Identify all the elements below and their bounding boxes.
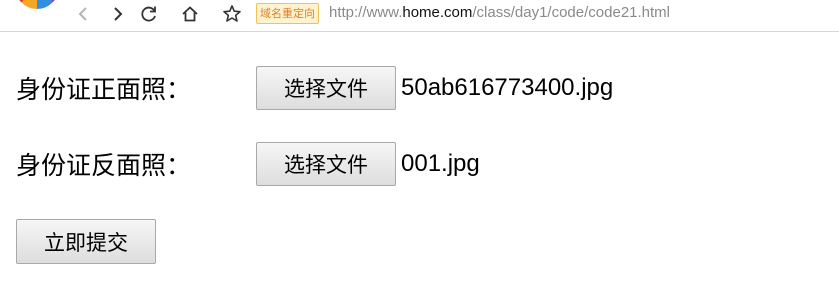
id-front-file-name: 50ab616773400.jpg: [401, 74, 614, 101]
back-button[interactable]: [73, 3, 95, 25]
reload-button[interactable]: [138, 3, 160, 25]
browser-toolbar: 域名重定向 http://www.home.com/class/day1/cod…: [0, 0, 839, 32]
back-icon: [78, 7, 87, 21]
submit-button[interactable]: 立即提交: [16, 219, 156, 264]
bookmark-star-icon: [223, 5, 241, 22]
url-prefix: http://www.: [329, 4, 403, 21]
id-back-file-name: 001.jpg: [401, 150, 480, 177]
id-back-row: 身份证反面照： 选择文件 001.jpg: [16, 142, 480, 186]
bookmark-button[interactable]: [221, 3, 243, 25]
forward-icon: [114, 7, 123, 21]
forward-button[interactable]: [106, 3, 128, 25]
redirect-badge[interactable]: 域名重定向: [256, 3, 319, 24]
reload-icon: [141, 6, 156, 22]
id-back-label: 身份证反面照：: [16, 151, 192, 180]
id-back-choose-file-button[interactable]: 选择文件: [256, 142, 396, 186]
url-path: /class/day1/code/code21.html: [472, 4, 671, 21]
url-host: home.com: [402, 4, 473, 21]
home-icon: [182, 6, 198, 22]
address-bar-url[interactable]: http://www.home.com/class/day1/code/code…: [329, 3, 670, 23]
browser-logo-icon[interactable]: [13, 0, 61, 18]
home-button[interactable]: [179, 3, 201, 25]
id-front-row: 身份证正面照： 选择文件 50ab616773400.jpg: [16, 66, 613, 110]
id-front-choose-file-button[interactable]: 选择文件: [256, 66, 396, 110]
id-front-label: 身份证正面照：: [16, 75, 192, 104]
